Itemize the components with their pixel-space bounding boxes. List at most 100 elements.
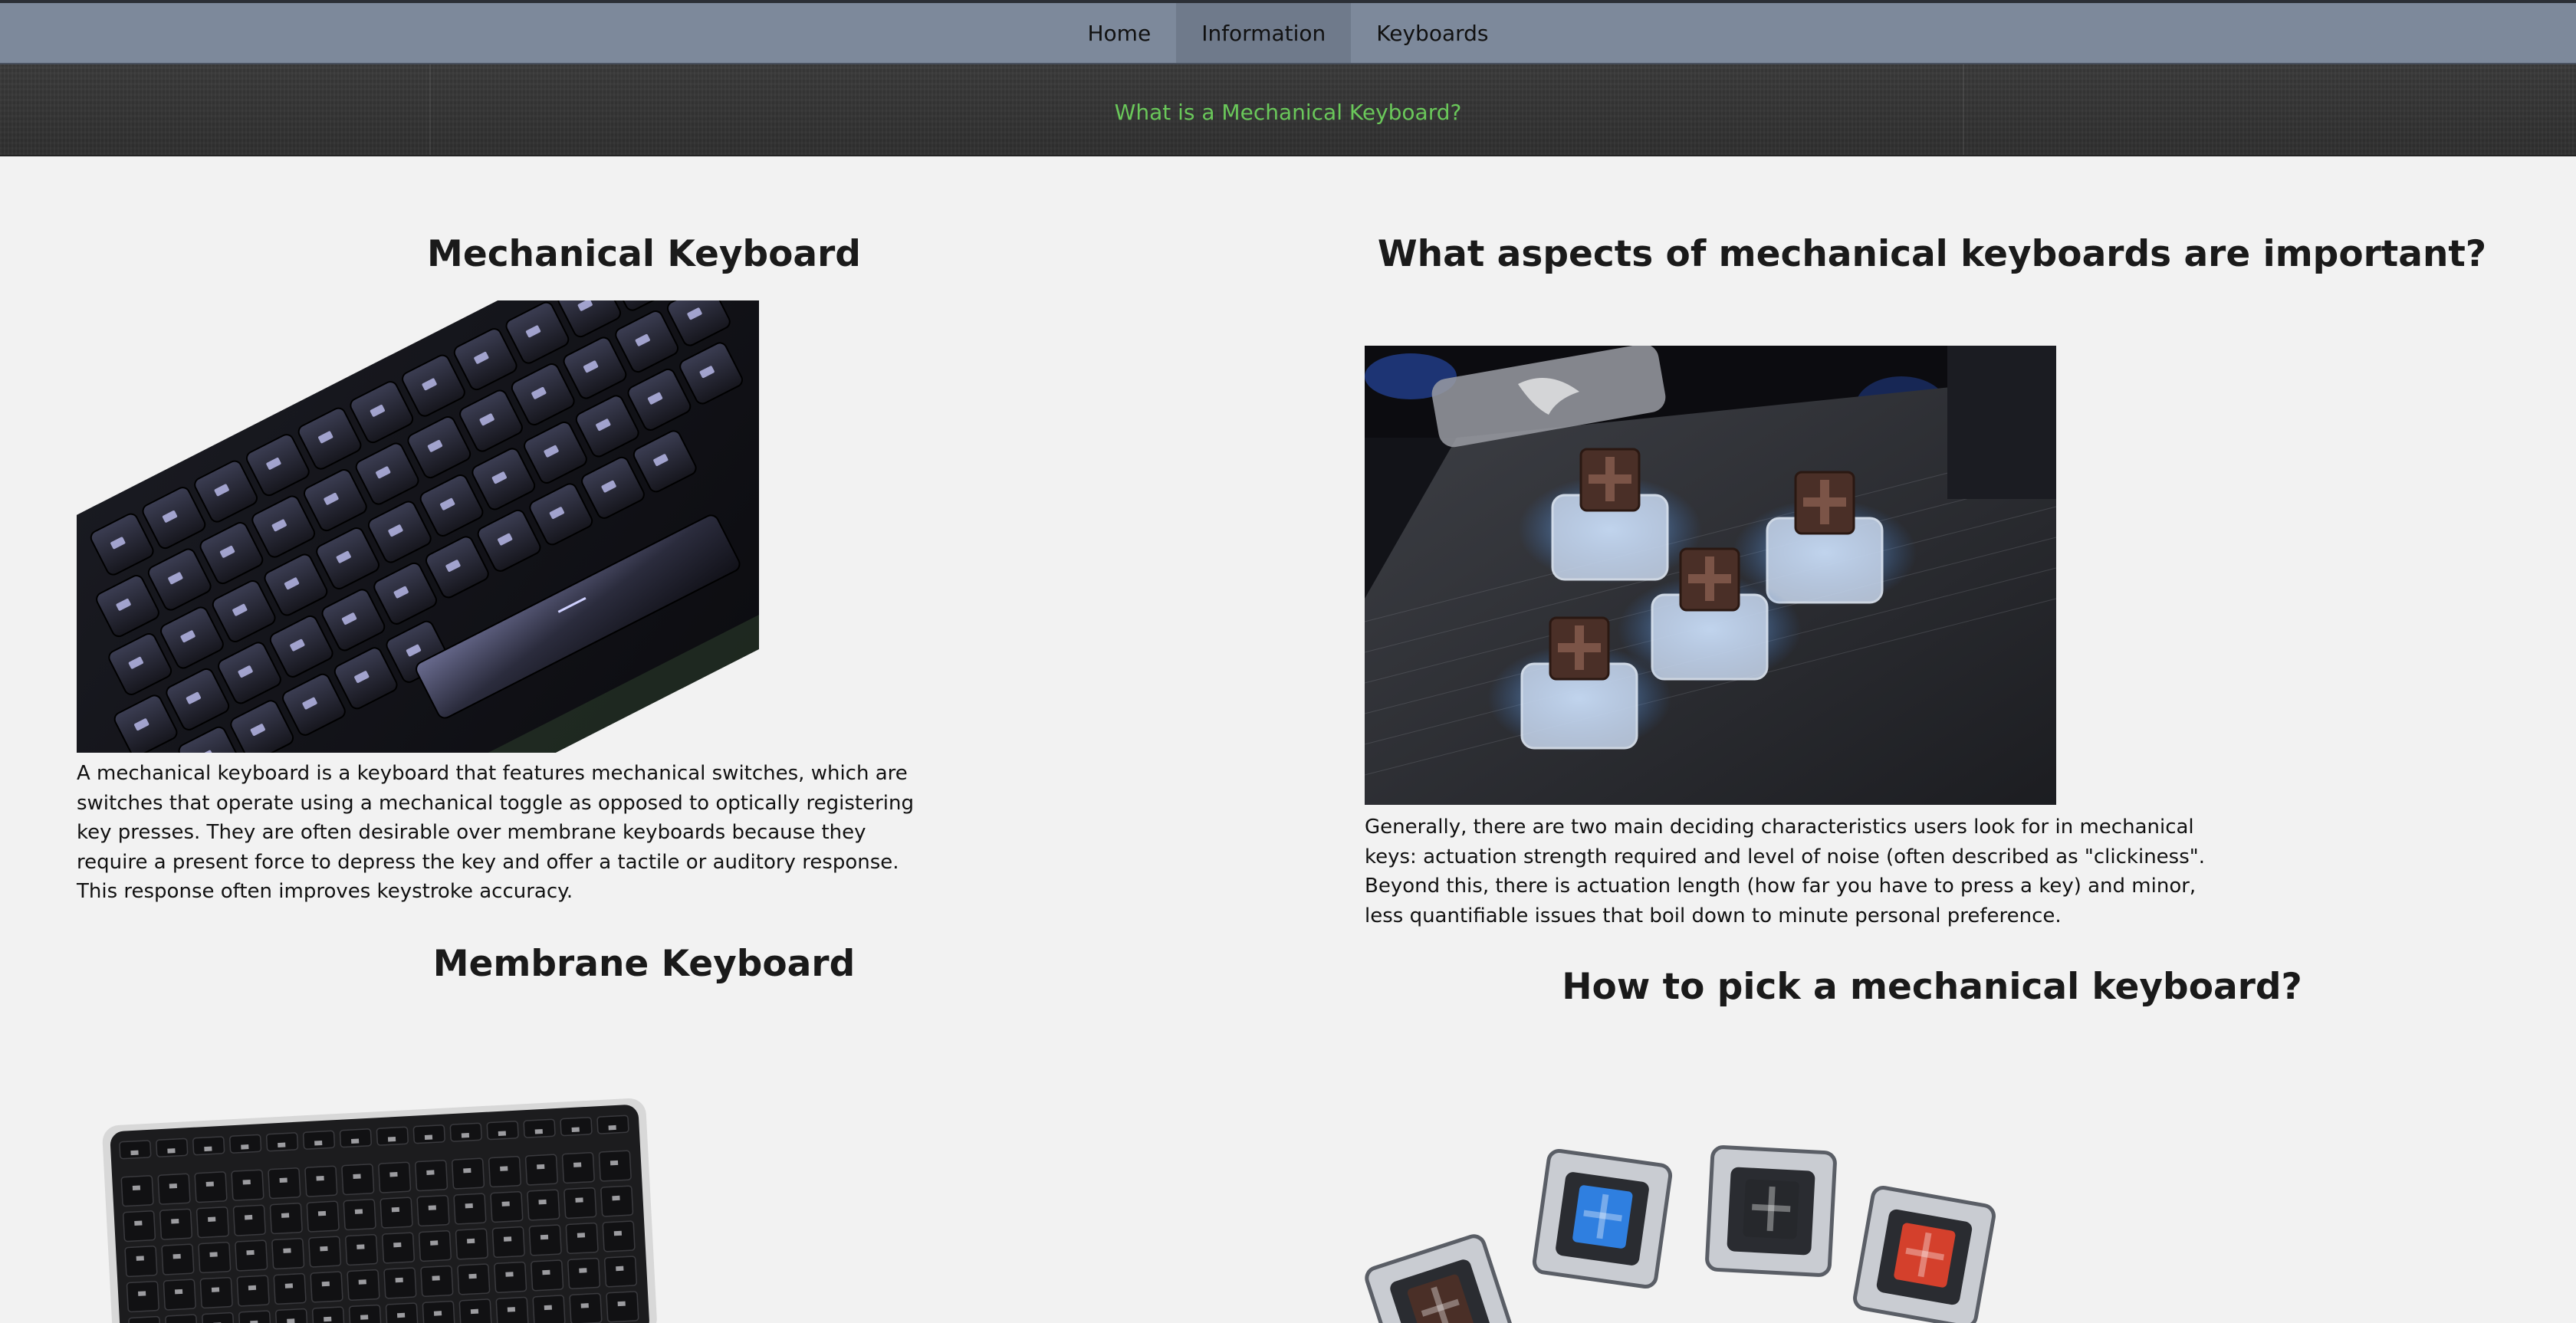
membrane-key [339,1128,373,1148]
membrane-key-legend [577,1233,586,1238]
membrane-key [452,1157,485,1190]
membrane-key-legend [612,1195,620,1201]
membrane-key [128,1315,162,1323]
membrane-key [271,1237,305,1270]
switch-sample [1532,1148,1673,1289]
membrane-key-legend [356,1244,365,1249]
heading-how-to-pick: How to pick a mechanical keyboard? [1562,966,2302,1008]
heading-important-aspects: What aspects of mechanical keyboards are… [1377,233,2487,275]
membrane-key [565,1222,599,1255]
membrane-key [345,1233,379,1266]
membrane-key [378,1161,412,1193]
membrane-key-legend [391,1206,400,1213]
membrane-key-legend [396,1312,406,1318]
nav-information[interactable]: Information [1176,3,1352,63]
membrane-key [126,1280,159,1313]
membrane-key [381,1232,416,1264]
membrane-key-legend [278,1142,286,1148]
membrane-key [567,1257,601,1289]
membrane-keyboard-illustration [102,1098,657,1323]
membrane-key-legend [350,1138,360,1144]
nav-keyboards[interactable]: Keyboards [1351,3,1513,63]
membrane-key [415,1160,449,1192]
subnav-link-what-is[interactable]: What is a Mechanical Keyboard? [0,100,2576,125]
membrane-key [343,1199,376,1231]
membrane-key [449,1122,482,1142]
stem-cross [1688,574,1731,583]
membrane-key [124,1246,158,1278]
switch-sample [1853,1186,1996,1323]
membrane-key-legend [534,1128,543,1134]
membrane-key-legend [130,1150,139,1156]
heading-mechanical-keyboard: Mechanical Keyboard [427,233,861,275]
membrane-key-legend [432,1275,440,1281]
membrane-key-legend [208,1216,216,1222]
membrane-key-legend [353,1174,361,1179]
mechanical-keyboard-description: A mechanical keyboard is a keyboard that… [77,762,914,903]
membrane-key [341,1164,375,1196]
membrane-key [347,1269,380,1302]
membrane-key-legend [171,1218,179,1224]
membrane-key [569,1292,603,1323]
membrane-key [418,1229,452,1262]
nav-home[interactable]: Home [1063,3,1177,63]
membrane-key [196,1206,229,1239]
membrane-key [156,1138,189,1157]
membrane-key [412,1124,445,1144]
membrane-key [232,1204,266,1236]
membrane-key-legend [573,1162,582,1167]
membrane-key [420,1265,454,1298]
membrane-key [455,1228,488,1260]
membrane-key [268,1167,301,1200]
membrane-key [229,1134,262,1154]
membrane-key-legend [358,1279,366,1285]
membrane-key [165,1314,199,1323]
membrane-key-legend [209,1252,218,1257]
membrane-key-legend [317,1210,327,1216]
membrane-key-legend [507,1307,516,1312]
membrane-key [199,1276,233,1309]
membrane-key-legend [354,1209,363,1214]
membrane-key-legend [616,1266,624,1272]
membrane-key-legend [428,1205,436,1210]
stem-cross [1803,497,1846,507]
membrane-key-legend [617,1301,626,1307]
membrane-key-legend [284,1283,294,1289]
membrane-key [123,1210,156,1243]
membrane-key-legend [505,1272,514,1277]
membrane-key [453,1193,487,1225]
membrane-key-legend [580,1303,589,1308]
membrane-key-legend [211,1287,220,1292]
membrane-key-legend [287,1318,295,1323]
membrane-key [457,1263,491,1295]
membrane-key-legend [205,1181,214,1187]
membrane-key [202,1312,235,1323]
membrane-key [494,1261,527,1293]
membrane-key-legend [136,1256,144,1261]
membrane-key [416,1195,450,1227]
membrane-key [491,1226,525,1259]
membrane-key [383,1267,417,1299]
membrane-key [159,1208,192,1240]
sub-navbar: What is a Mechanical Keyboard? [0,64,2576,156]
membrane-key-legend [498,1131,507,1136]
membrane-key [231,1169,264,1201]
membrane-key [528,1224,562,1256]
membrane-key-legend [320,1246,328,1252]
membrane-key [490,1190,524,1223]
membrane-key [194,1171,228,1203]
membrane-key-legend [246,1249,255,1256]
membrane-key [602,1220,636,1252]
membrane-key-legend [279,1177,288,1183]
membrane-key [523,1118,556,1138]
membrane-key [302,1130,336,1150]
membrane-key-legend [241,1144,249,1150]
membrane-key-legend [500,1166,508,1171]
membrane-key [531,1259,564,1292]
membrane-key [561,1152,595,1184]
membrane-key [119,1140,152,1160]
membrane-key-legend [579,1268,587,1273]
membrane-key [600,1185,634,1217]
membrane-key-legend [204,1146,212,1152]
membrane-key-legend [242,1179,251,1185]
